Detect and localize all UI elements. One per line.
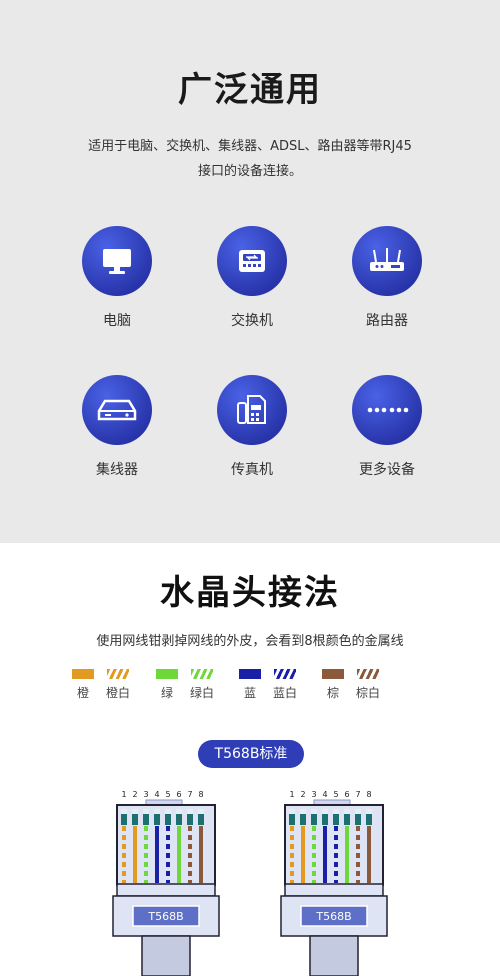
wire-swatch — [357, 669, 379, 679]
device-router: 路由器 — [327, 226, 447, 330]
pin-contact-top — [176, 809, 182, 814]
wire-legend-item: 棕白 — [338, 669, 398, 701]
pin-number: 4 — [322, 790, 327, 799]
pin-number: 3 — [143, 790, 148, 799]
rj45-plug-right: 1 2 3 4 5 6 7 8 T568B — [280, 790, 388, 976]
pin-contact-top — [165, 809, 171, 814]
pin-contact-top — [355, 809, 361, 814]
pin-contact-top — [311, 809, 317, 814]
pin-number: 6 — [176, 790, 181, 799]
desc-line-1: 适用于电脑、交换机、集线器、ADSL、路由器等带RJ45 — [88, 139, 412, 154]
pin-number: 2 — [132, 790, 137, 799]
more-icon — [352, 375, 422, 445]
pin-contact-top — [344, 809, 350, 814]
wire-label: 棕白 — [355, 686, 380, 700]
pin-number: 3 — [311, 790, 316, 799]
device-label: 路由器 — [366, 313, 408, 329]
pin-contact-top — [132, 809, 138, 814]
router-icon — [352, 226, 422, 296]
device-switch: 交换机 — [192, 226, 312, 330]
device-label: 集线器 — [96, 462, 138, 478]
section-description: 适用于电脑、交换机、集线器、ADSL、路由器等带RJ45 接口的设备连接。 — [60, 134, 440, 184]
pin-number: 5 — [165, 790, 170, 799]
device-label: 电脑 — [103, 313, 131, 329]
pin-number: 4 — [154, 790, 159, 799]
monitor-icon — [82, 226, 152, 296]
rj45-plug-left: 1 2 3 4 5 6 7 8 T568B — [112, 790, 220, 976]
device-computer: 电脑 — [57, 226, 177, 330]
pin-number: 5 — [333, 790, 338, 799]
pin-contact-top — [187, 809, 193, 814]
desc-line-2: 接口的设备连接。 — [197, 164, 302, 179]
pin-number: 8 — [366, 790, 371, 799]
pin-number: 6 — [344, 790, 349, 799]
pin-contact-top — [289, 809, 295, 814]
device-label: 交换机 — [231, 313, 273, 329]
pin-contact-top — [322, 809, 328, 814]
hub-icon — [82, 375, 152, 445]
pin-contact-top — [333, 809, 339, 814]
plug-boot-upper — [116, 883, 216, 897]
plug-label: T568B — [315, 910, 351, 923]
wiring-title: 水晶头接法 — [160, 573, 340, 613]
device-label: 更多设备 — [359, 462, 415, 478]
pin-contact-top — [143, 809, 149, 814]
wire-swatch — [274, 669, 296, 679]
pin-number: 2 — [300, 790, 305, 799]
plug-boot-upper — [284, 883, 384, 897]
device-label: 传真机 — [231, 462, 273, 478]
pin-contact-top — [198, 809, 204, 814]
standard-button[interactable]: T568B标准 — [198, 740, 304, 768]
pin-contact-top — [154, 809, 160, 814]
fax-icon — [217, 375, 287, 445]
plug-label: T568B — [147, 910, 183, 923]
pin-contact-top — [121, 809, 127, 814]
wire-swatch — [191, 669, 213, 679]
pin-number: 1 — [121, 790, 126, 799]
pin-contact-top — [300, 809, 306, 814]
plug-cable — [141, 935, 191, 976]
device-hub: 集线器 — [57, 375, 177, 479]
plug-cable — [309, 935, 359, 976]
pin-number: 8 — [198, 790, 203, 799]
device-more: 更多设备 — [327, 375, 447, 479]
pin-contact-top — [366, 809, 372, 814]
pin-number: 7 — [355, 790, 360, 799]
pin-number: 7 — [187, 790, 192, 799]
section-title: 广泛通用 — [178, 70, 322, 110]
device-fax: 传真机 — [192, 375, 312, 479]
wire-swatch — [107, 669, 129, 679]
switch-icon — [217, 226, 287, 296]
wiring-description: 使用网线钳剥掉网线的外皮，会看到8根颜色的金属线 — [96, 634, 404, 649]
section-universal: 广泛通用 适用于电脑、交换机、集线器、ADSL、路由器等带RJ45 接口的设备连… — [0, 0, 500, 543]
pin-number: 1 — [289, 790, 294, 799]
